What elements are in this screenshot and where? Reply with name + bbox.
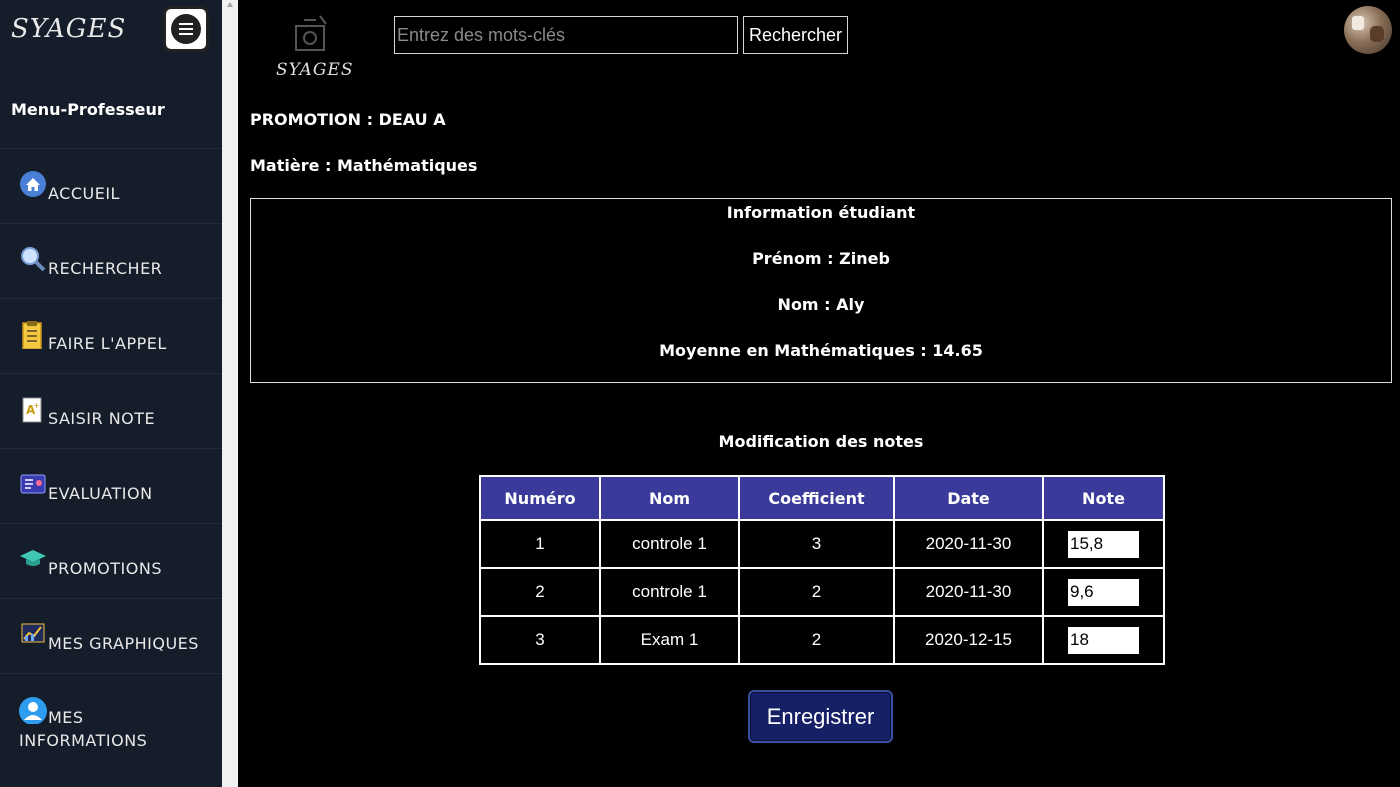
clipboard-icon xyxy=(22,321,42,349)
page-scrollbar[interactable] xyxy=(222,0,238,787)
promotion-label: PROMOTION : DEAU A xyxy=(250,110,446,129)
column-header: Nom xyxy=(599,475,740,521)
avatar[interactable] xyxy=(1344,6,1392,54)
grades-table: Numéro Nom Coefficient Date Note 1 contr… xyxy=(479,475,1165,665)
note-input[interactable] xyxy=(1068,626,1139,654)
chart-icon xyxy=(21,623,45,643)
sidebar-item-label: EVALUATION xyxy=(48,484,153,503)
student-info-title: Information étudiant xyxy=(726,203,916,222)
note-input[interactable] xyxy=(1068,530,1139,558)
sidebar-item-label: MES INFORMATIONS xyxy=(19,708,148,750)
menu-toggle-button[interactable] xyxy=(163,6,209,52)
hamburger-icon xyxy=(171,14,201,44)
column-header: Coefficient xyxy=(738,475,895,521)
sidebar-item-saisir-note[interactable]: A + SAISIR NOTE xyxy=(0,373,222,448)
home-icon xyxy=(20,171,46,197)
sidebar-item-label: FAIRE L'APPEL xyxy=(48,334,167,353)
cell-date: 2020-11-30 xyxy=(893,519,1044,569)
cell-date: 2020-12-15 xyxy=(893,615,1044,665)
column-header: Numéro xyxy=(479,475,601,521)
menu-title: Menu-Professeur xyxy=(11,100,165,119)
scroll-up-arrow-icon[interactable] xyxy=(227,2,233,7)
graduation-cap-icon xyxy=(20,550,46,566)
student-first-name: Prénom : Zineb xyxy=(752,249,890,268)
student-average: Moyenne en Mathématiques : 14.65 xyxy=(659,341,983,360)
sidebar-item-faire-appel[interactable]: FAIRE L'APPEL xyxy=(0,298,222,373)
sidebar-item-rechercher[interactable]: RECHERCHER xyxy=(0,223,222,298)
column-header: Date xyxy=(893,475,1044,521)
grade-document-icon: A + xyxy=(22,397,42,423)
cell-nom: controle 1 xyxy=(599,567,740,617)
sidebar-item-mes-graphiques[interactable]: MES GRAPHIQUES xyxy=(0,598,222,673)
logo-emblem-icon xyxy=(295,15,327,51)
sidebar-item-accueil[interactable]: ACCUEIL xyxy=(0,148,222,223)
cell-note xyxy=(1042,567,1165,617)
sidebar-item-label: ACCUEIL xyxy=(48,184,120,203)
svg-text:+: + xyxy=(33,401,40,410)
save-button[interactable]: Enregistrer xyxy=(748,690,893,743)
cell-note xyxy=(1042,615,1165,665)
sidebar-item-label: MES GRAPHIQUES xyxy=(48,634,199,653)
table-row: 3 Exam 1 2 2020-12-15 xyxy=(479,615,1165,665)
sidebar: SYAGES Menu-Professeur ACCUEIL RECHERCHE… xyxy=(0,0,222,787)
cell-date: 2020-11-30 xyxy=(893,567,1044,617)
cell-coefficient: 2 xyxy=(738,567,895,617)
search-input[interactable] xyxy=(394,16,738,54)
student-last-name: Nom : Aly xyxy=(777,295,865,314)
note-input[interactable] xyxy=(1068,578,1139,606)
grades-section-title: Modification des notes xyxy=(718,432,924,451)
table-row: 1 controle 1 3 2020-11-30 xyxy=(479,519,1165,569)
sidebar-item-promotions[interactable]: PROMOTIONS xyxy=(0,523,222,598)
sidebar-nav: ACCUEIL RECHERCHER FAIRE L'APPEL A + SAI… xyxy=(0,148,222,773)
sidebar-item-mes-informations[interactable]: MES INFORMATIONS xyxy=(0,673,222,773)
cell-note xyxy=(1042,519,1165,569)
cell-coefficient: 2 xyxy=(738,615,895,665)
cell-numero: 1 xyxy=(479,519,601,569)
cell-nom: controle 1 xyxy=(599,519,740,569)
student-info-box: Information étudiant Prénom : Zineb Nom … xyxy=(250,198,1392,383)
logo-text: SYAGES xyxy=(276,60,354,80)
sidebar-item-label: RECHERCHER xyxy=(48,259,163,278)
cell-numero: 2 xyxy=(479,567,601,617)
sidebar-item-label: SAISIR NOTE xyxy=(48,409,156,428)
sidebar-item-label: PROMOTIONS xyxy=(48,559,162,578)
header-logo: SYAGES xyxy=(276,14,352,82)
sidebar-brand: SYAGES xyxy=(11,14,127,44)
subject-label: Matière : Mathématiques xyxy=(250,156,478,175)
table-row: 2 controle 1 2 2020-11-30 xyxy=(479,567,1165,617)
search-button[interactable]: Rechercher xyxy=(743,16,848,54)
search-icon xyxy=(21,247,46,272)
cell-numero: 3 xyxy=(479,615,601,665)
evaluation-card-icon xyxy=(20,474,46,494)
cell-coefficient: 3 xyxy=(738,519,895,569)
table-header-row: Numéro Nom Coefficient Date Note xyxy=(479,475,1165,521)
sidebar-item-evaluation[interactable]: EVALUATION xyxy=(0,448,222,523)
cell-nom: Exam 1 xyxy=(599,615,740,665)
column-header: Note xyxy=(1042,475,1165,521)
